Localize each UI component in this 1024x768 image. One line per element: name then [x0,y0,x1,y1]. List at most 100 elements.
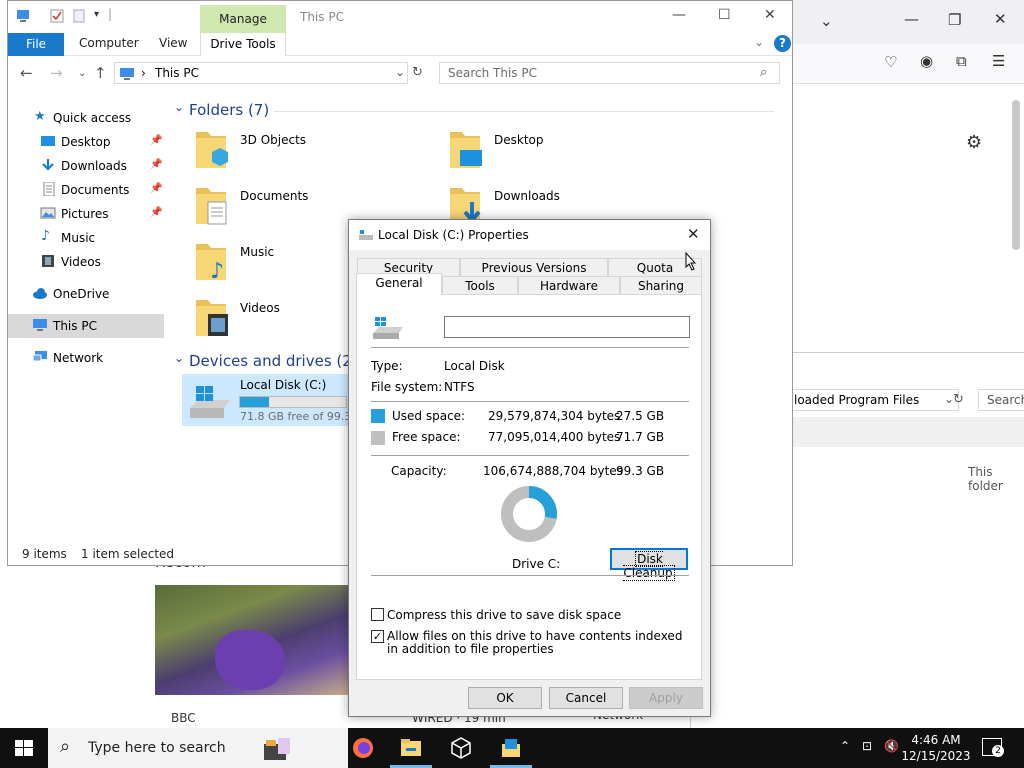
nav-pictures[interactable]: Pictures 📌 [8,202,164,226]
used-space-label: Used space: [392,409,466,423]
maximize-icon[interactable]: ☐ [718,7,731,23]
nav-onedrive[interactable]: OneDrive [8,282,164,306]
collapse-drives-icon[interactable]: ⌄ [174,351,184,365]
compress-label[interactable]: Compress this drive to save disk space [387,608,621,622]
window-title: This PC [300,10,344,24]
nav-this-pc[interactable]: This PC [8,314,164,338]
browser-scrollbar[interactable] [1012,100,1020,250]
nav-downloads[interactable]: Downloads 📌 [8,154,164,178]
address-dropdown-icon[interactable]: ⌄ [395,65,405,79]
properties-drive-icon[interactable] [499,736,523,760]
collapse-folders-icon[interactable]: ⌄ [174,100,184,114]
nav-label: Desktop [61,135,111,149]
pin-icon[interactable]: 📌 [150,207,162,218]
tab-computer[interactable]: Computer [79,36,139,50]
close-icon[interactable]: ✕ [994,12,1007,27]
properties-dialog: Local Disk (C:) Properties ✕ Security Pr… [348,219,711,717]
3d-box-icon[interactable] [449,736,473,760]
nav-network[interactable]: Network [8,346,164,370]
address-bar[interactable]: › This PC ⌄ [114,62,408,84]
news-widget-icon[interactable] [262,736,292,762]
windows-start-icon[interactable] [15,740,33,756]
extensions-icon[interactable]: ⧉ [956,54,967,69]
back-arrow-icon[interactable]: ← [20,64,33,82]
menu-icon[interactable]: ☰ [992,54,1005,69]
compress-checkbox[interactable] [371,608,384,621]
recent-locations-icon[interactable]: ⌄ [78,68,86,79]
drives-header[interactable]: Devices and drives (2) [189,352,358,370]
news-card-image[interactable] [155,585,350,695]
minimize-icon[interactable]: — [904,12,919,27]
drive-label-input[interactable] [444,316,690,338]
nav-videos[interactable]: Videos [8,250,164,274]
explorer-title-bar: ▾ | Manage This PC — ☐ ✕ [8,1,792,33]
forward-arrow-icon[interactable]: → [50,64,63,82]
explorer2-search[interactable]: Search [978,389,1024,411]
customize-toolbar-icon[interactable]: ▾ [94,9,99,20]
nav-documents[interactable]: Documents 📌 [8,178,164,202]
index-checkbox[interactable]: ✓ [371,630,384,643]
svg-text:♪: ♪ [210,259,224,284]
folder-videos-icon [196,300,228,336]
tab-sharing[interactable]: Sharing [620,276,702,294]
close-icon[interactable]: ✕ [764,7,776,23]
tab-view[interactable]: View [159,36,187,50]
nav-desktop[interactable]: Desktop 📌 [8,130,164,154]
folder-3d-objects[interactable]: 3D Objects [174,128,414,178]
tab-general[interactable]: General [356,273,442,295]
up-arrow-icon[interactable]: ↑ [94,64,107,82]
tab-hardware[interactable]: Hardware [518,276,620,294]
tab-previous-versions[interactable]: Previous Versions [460,258,608,276]
nav-music[interactable]: ♪ Music [8,226,164,250]
type-value: Local Disk [444,359,505,373]
tab-drive-tools[interactable]: Drive Tools [200,33,286,56]
clock-time: 4:46 AM [911,733,961,747]
minimize-icon[interactable]: — [672,7,686,23]
ok-button[interactable]: OK [468,687,542,709]
account-icon[interactable]: ◉ [920,54,933,69]
search-input[interactable]: Search This PC ⌕ [439,62,780,84]
search-icon: ⌕ [760,65,768,80]
file-explorer-icon[interactable] [399,736,423,760]
folder-desktop[interactable]: Desktop [428,128,668,178]
pin-icon[interactable]: 📌 [150,159,162,170]
restore-icon[interactable]: ❐ [948,13,961,28]
nav-label: OneDrive [53,287,110,301]
pin-icon[interactable]: 📌 [150,183,162,194]
properties-check-icon[interactable] [50,9,64,23]
close-icon[interactable]: ✕ [687,225,700,243]
pocket-icon[interactable]: ♡ [884,55,897,70]
nav-label: Quick access [53,111,132,125]
refresh-icon[interactable]: ↻ [412,65,423,80]
nav-quick-access[interactable]: ★ Quick access [8,106,164,130]
help-icon[interactable]: ? [774,35,791,52]
folders-header[interactable]: Folders (7) [189,101,269,119]
expand-ribbon-icon[interactable]: ⌄ [754,35,764,49]
folder-music-icon: ♪ [196,244,226,284]
tab-file[interactable]: File [8,33,64,56]
tab-tools[interactable]: Tools [442,276,518,294]
apply-button[interactable]: Apply [629,687,703,709]
volume-muted-icon[interactable]: 🔇 [884,739,899,753]
pin-icon[interactable]: 📌 [150,135,162,146]
new-folder-icon[interactable] [72,9,86,23]
tray-overflow-icon[interactable]: ⌃ [840,739,850,753]
drive-c-tile[interactable]: Local Disk (C:) 71.8 GB free of 99.3 GB [182,374,371,426]
manage-tab[interactable]: Manage [200,5,286,33]
notification-center-icon[interactable]: 2 [982,738,1004,757]
news-card-figure [215,630,285,690]
nav-label: This PC [53,319,97,333]
settings-gear-icon[interactable]: ⚙ [966,134,982,152]
refresh-icon[interactable]: ↻ [953,392,964,407]
chevron-down-icon[interactable]: ⌄ [820,14,833,29]
cancel-button[interactable]: Cancel [549,687,623,709]
drive-icon [359,230,373,240]
taskbar-clock[interactable]: 4:46 AM 12/15/2023 [900,732,972,764]
firefox-icon[interactable] [351,736,375,760]
taskbar-search[interactable]: ⌕ Type here to search [48,728,348,768]
disk-cleanup-button[interactable]: Disk Cleanup [610,548,688,581]
nav-label: Downloads [61,159,127,173]
index-label[interactable]: Allow files on this drive to have conten… [387,630,692,656]
network-tray-icon[interactable]: ⊡ [862,739,872,753]
drive-usage-bar [239,396,347,408]
